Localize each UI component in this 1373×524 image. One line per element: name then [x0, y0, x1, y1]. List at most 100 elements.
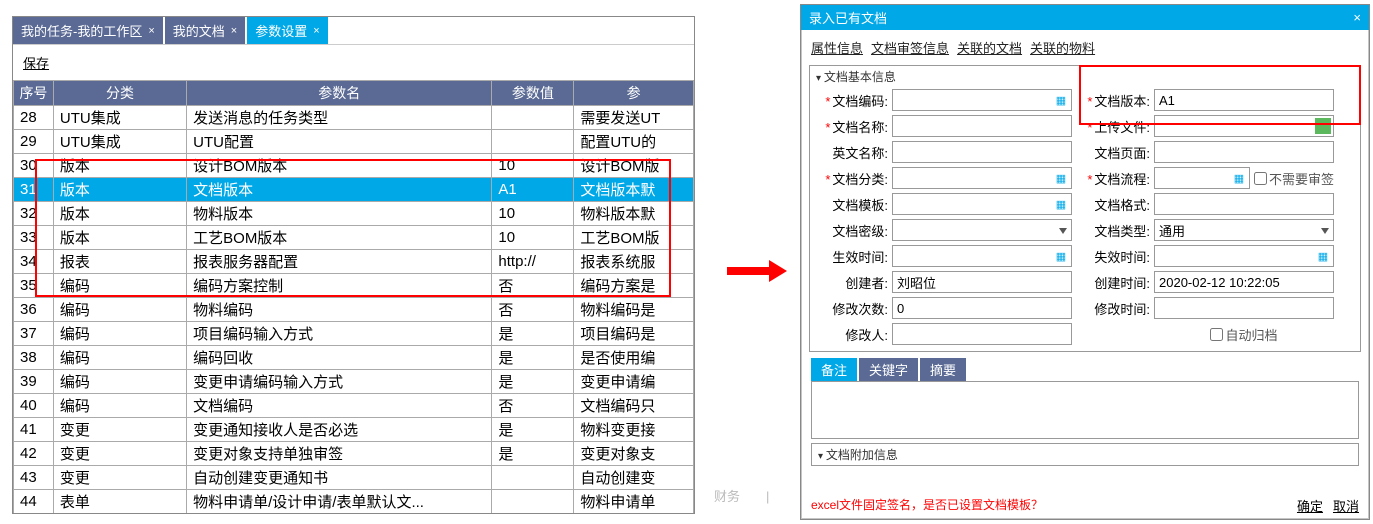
nav-sign-info[interactable]: 文档审签信息	[871, 38, 949, 57]
checkbox[interactable]	[1210, 328, 1223, 341]
th-remark[interactable]: 参	[574, 81, 694, 106]
table-cell: 变更通知接收人是否必选	[187, 418, 492, 442]
tab-my-tasks[interactable]: 我的任务-我的工作区 ×	[13, 17, 163, 44]
table-cell: 编码	[53, 370, 186, 394]
cancel-button[interactable]: 取消	[1333, 496, 1359, 515]
ghost-text: 财务 |	[714, 486, 769, 505]
select-secret[interactable]	[892, 219, 1072, 241]
table-cell: 37	[14, 322, 54, 346]
picker-icon[interactable]: ▦	[1053, 170, 1069, 186]
dialog-nav: 属性信息 文档审签信息 关联的文档 关联的物料	[801, 30, 1369, 61]
chk-auto-archive[interactable]: 自动归档	[1154, 325, 1334, 344]
chk-no-sign[interactable]: 不需要审签	[1254, 169, 1334, 188]
calendar-icon[interactable]: ▦	[1053, 248, 1069, 264]
table-row[interactable]: 42变更变更对象支持单独审签是变更对象支	[14, 442, 694, 466]
tab-my-docs[interactable]: 我的文档 ×	[165, 17, 245, 44]
subtab-remark[interactable]: 备注	[811, 358, 857, 381]
group-attach-info: 文档附加信息	[811, 443, 1359, 466]
param-table-wrap: 序号 分类 参数名 参数值 参 28UTU集成发送消息的任务类型需要发送UT29…	[13, 80, 694, 514]
table-cell: 需要发送UT	[574, 106, 694, 130]
tab-label: 参数设置	[255, 21, 307, 40]
th-index[interactable]: 序号	[14, 81, 54, 106]
input-eff-time[interactable]: ▦	[892, 245, 1072, 267]
table-row[interactable]: 43变更自动创建变更通知书自动创建变	[14, 466, 694, 490]
close-icon[interactable]: ×	[1353, 10, 1361, 25]
input-page[interactable]	[1154, 141, 1334, 163]
checkbox[interactable]	[1254, 172, 1267, 185]
nav-attr-info[interactable]: 属性信息	[811, 38, 863, 57]
table-cell: 配置UTU的	[574, 130, 694, 154]
table-cell: 表单服务器	[574, 514, 694, 515]
input-doc-name[interactable]	[892, 115, 1072, 137]
nav-related-mat[interactable]: 关联的物料	[1030, 38, 1095, 57]
lbl-doc-name: *文档名称:	[816, 117, 892, 136]
input-fmt[interactable]	[1154, 193, 1334, 215]
th-category[interactable]: 分类	[53, 81, 186, 106]
input-flow[interactable]: ▦	[1154, 167, 1250, 189]
close-icon[interactable]: ×	[148, 25, 154, 37]
tab-label: 我的任务-我的工作区	[21, 21, 142, 40]
input-tpl[interactable]: ▦	[892, 193, 1072, 215]
subtab-keyword[interactable]: 关键字	[859, 358, 918, 381]
table-cell: 项目编码是	[574, 322, 694, 346]
table-row[interactable]: 44表单物料申请单/设计申请/表单默认文...物料申请单	[14, 490, 694, 514]
table-cell: 物料编码	[187, 298, 492, 322]
table-cell: 物料变更接	[574, 418, 694, 442]
table-cell: 编码	[53, 322, 186, 346]
table-row[interactable]: 28UTU集成发送消息的任务类型需要发送UT	[14, 106, 694, 130]
memo-textarea[interactable]	[811, 381, 1359, 439]
table-cell: 变更对象支	[574, 442, 694, 466]
picker-icon[interactable]: ▦	[1053, 196, 1069, 212]
lbl-fmt: 文档格式:	[1080, 195, 1154, 214]
value: 刘昭位	[897, 273, 936, 292]
select-type[interactable]: 通用	[1154, 219, 1334, 241]
th-name[interactable]: 参数名	[187, 81, 492, 106]
table-cell: 物料申请单	[574, 490, 694, 514]
ok-button[interactable]: 确定	[1297, 496, 1323, 515]
input-doc-cat[interactable]: ▦	[892, 167, 1072, 189]
tab-label: 我的文档	[173, 21, 225, 40]
table-row[interactable]: 36编码物料编码否物料编码是	[14, 298, 694, 322]
save-button[interactable]: 保存	[23, 56, 49, 71]
subtab-summary[interactable]: 摘要	[920, 358, 966, 381]
table-cell: 是	[492, 442, 574, 466]
sub-tabs: 备注 关键字 摘要	[811, 358, 1359, 381]
picker-icon[interactable]: ▦	[1231, 170, 1247, 186]
table-cell: 物料编码是	[574, 298, 694, 322]
table-cell: 编码	[53, 298, 186, 322]
table-cell: 文档编码只	[574, 394, 694, 418]
value: 0	[897, 301, 904, 316]
picker-icon[interactable]: ▦	[1053, 92, 1069, 108]
lbl-tpl: 文档模板:	[816, 195, 892, 214]
table-row[interactable]: 41变更变更通知接收人是否必选是物料变更接	[14, 418, 694, 442]
table-cell: 变更	[53, 418, 186, 442]
left-panel: 我的任务-我的工作区 × 我的文档 × 参数设置 × 保存 序号 分类 参数名 参数值…	[12, 16, 695, 514]
tab-param-settings[interactable]: 参数设置 ×	[247, 17, 327, 44]
table-cell: 否	[492, 298, 574, 322]
table-cell: 变更对象支持单独审签	[187, 442, 492, 466]
calendar-icon[interactable]: ▦	[1315, 248, 1331, 264]
close-icon[interactable]: ×	[231, 25, 237, 37]
group-title[interactable]: 文档附加信息	[818, 446, 1352, 463]
nav-related-docs[interactable]: 关联的文档	[957, 38, 1022, 57]
table-row[interactable]: 29UTU集成UTU配置配置UTU的	[14, 130, 694, 154]
close-icon[interactable]: ×	[313, 25, 319, 37]
input-eng-name[interactable]	[892, 141, 1072, 163]
table-row[interactable]: 45表单服务127.0.0...表单服务器	[14, 514, 694, 515]
table-row[interactable]: 37编码项目编码输入方式是项目编码是	[14, 322, 694, 346]
lbl-eng-name: 英文名称:	[816, 143, 892, 162]
th-value[interactable]: 参数值	[492, 81, 574, 106]
table-cell: 是	[492, 322, 574, 346]
table-cell: 项目编码输入方式	[187, 322, 492, 346]
lbl-ctime: 创建时间:	[1080, 273, 1154, 292]
lbl-page: 文档页面:	[1080, 143, 1154, 162]
table-row[interactable]: 38编码编码回收是是否使用编	[14, 346, 694, 370]
table-row[interactable]: 39编码变更申请编码输入方式是变更申请编	[14, 370, 694, 394]
lbl-secret: 文档密级:	[816, 221, 892, 240]
input-doc-code[interactable]: ▦	[892, 89, 1072, 111]
input-exp-time[interactable]: ▦	[1154, 245, 1334, 267]
table-row[interactable]: 40编码文档编码否文档编码只	[14, 394, 694, 418]
table-cell: 40	[14, 394, 54, 418]
table-cell: UTU集成	[53, 130, 186, 154]
table-cell: 编码回收	[187, 346, 492, 370]
